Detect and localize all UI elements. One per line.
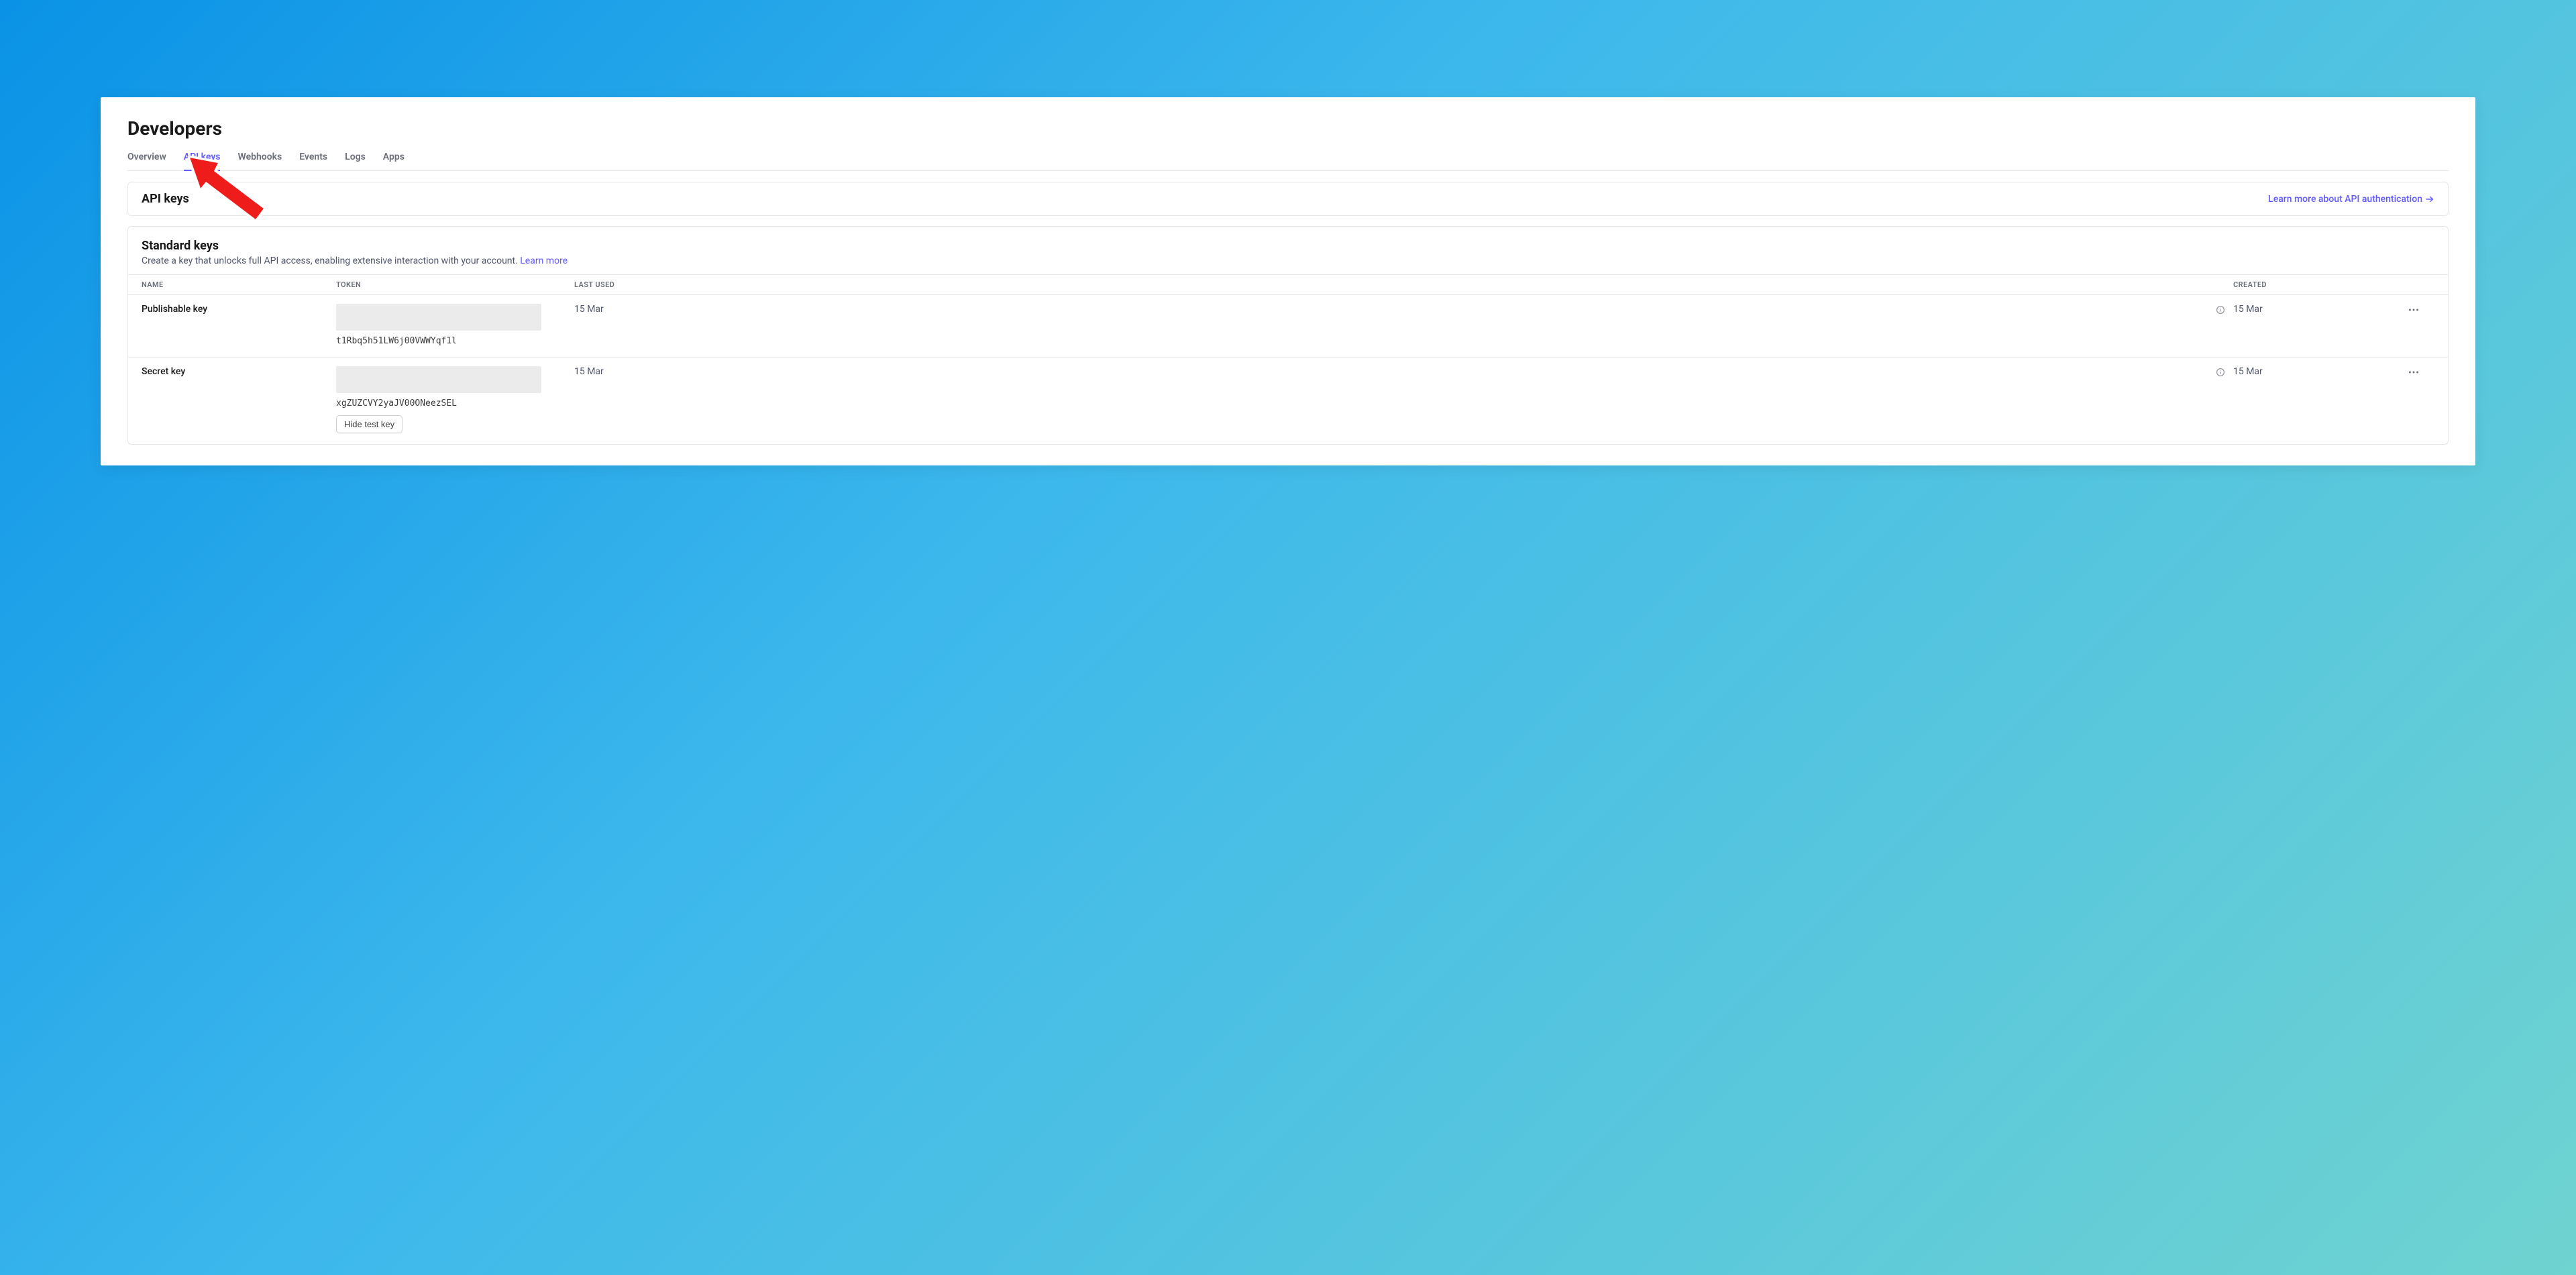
standard-keys-learn-more-link[interactable]: Learn more (520, 256, 568, 266)
tab-api-keys[interactable]: API keys (184, 152, 221, 171)
learn-more-auth-link[interactable]: Learn more about API authentication (2268, 194, 2434, 205)
developers-panel: Developers Overview API keys Webhooks Ev… (101, 97, 2475, 465)
info-icon[interactable] (2216, 305, 2225, 315)
table-row: Secret key xgZUZCVY2yaJV00ONeezSEL Hide … (128, 357, 2448, 444)
token-cell: xgZUZCVY2yaJV00ONeezSEL Hide test key (336, 366, 574, 433)
token-redacted-box[interactable] (336, 304, 541, 331)
api-keys-title: API keys (142, 192, 189, 206)
tab-overview[interactable]: Overview (127, 152, 166, 171)
last-used-date: 15 Mar (574, 304, 604, 315)
standard-keys-desc-text: Create a key that unlocks full API acces… (142, 256, 520, 266)
tabs-bar: Overview API keys Webhooks Events Logs A… (127, 152, 2449, 171)
table-row: Publishable key t1Rbq5h51LW6j00VWWYqf1l … (128, 295, 2448, 357)
more-icon[interactable] (2408, 370, 2420, 381)
created-date: 15 Mar (2233, 366, 2408, 377)
col-last-used: LAST USED (574, 280, 2233, 289)
key-name: Secret key (142, 366, 336, 377)
token-tail: xgZUZCVY2yaJV00ONeezSEL (336, 398, 574, 408)
page-title: Developers (127, 117, 2449, 140)
token-cell: t1Rbq5h51LW6j00VWWYqf1l (336, 304, 574, 346)
col-created: CREATED (2233, 280, 2408, 289)
info-icon[interactable] (2216, 368, 2225, 377)
keys-table-header: NAME TOKEN LAST USED CREATED (128, 274, 2448, 295)
col-name: NAME (142, 280, 336, 289)
col-token: TOKEN (336, 280, 574, 289)
api-keys-header-card: API keys Learn more about API authentica… (127, 182, 2449, 216)
tab-events[interactable]: Events (299, 152, 327, 171)
tab-webhooks[interactable]: Webhooks (237, 152, 282, 171)
last-used-date: 15 Mar (574, 366, 604, 377)
tab-apps[interactable]: Apps (383, 152, 405, 171)
token-redacted-box[interactable] (336, 366, 541, 393)
hide-test-key-button[interactable]: Hide test key (336, 415, 402, 433)
standard-keys-title: Standard keys (142, 239, 2434, 253)
learn-more-auth-label: Learn more about API authentication (2268, 194, 2422, 205)
token-tail: t1Rbq5h51LW6j00VWWYqf1l (336, 336, 574, 346)
more-icon[interactable] (2408, 308, 2420, 319)
created-date: 15 Mar (2233, 304, 2408, 315)
arrow-right-icon (2425, 195, 2434, 204)
standard-keys-description: Create a key that unlocks full API acces… (142, 256, 2434, 266)
standard-keys-card: Standard keys Create a key that unlocks … (127, 226, 2449, 445)
key-name: Publishable key (142, 304, 336, 315)
tab-logs[interactable]: Logs (345, 152, 366, 171)
